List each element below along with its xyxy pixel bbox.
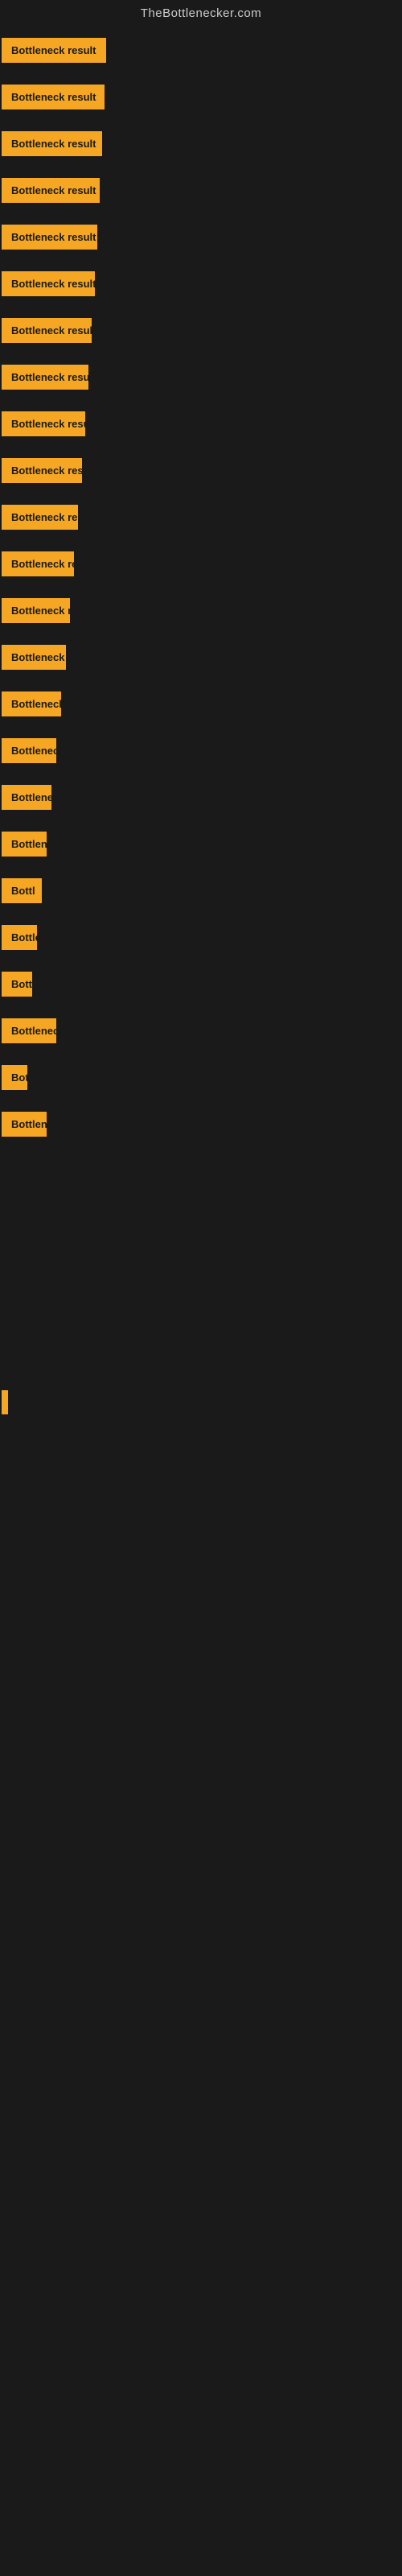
list-item: Bottleneck res <box>0 687 402 733</box>
site-title: TheBottlenecker.com <box>0 0 402 30</box>
bottleneck-badge: Bottlene <box>2 832 47 857</box>
list-item: Bottl <box>0 873 402 920</box>
bottleneck-badge: Bottleneck result <box>2 411 85 436</box>
small-indicator <box>2 1390 8 1414</box>
list-item: Bottleneck result <box>0 640 402 687</box>
bottleneck-badge: Bottleneck <box>2 1018 56 1043</box>
bottleneck-badge: Bottleneck result <box>2 318 92 343</box>
list-item: Bottlenec <box>0 733 402 780</box>
bottleneck-badge: Bottleneck result <box>2 225 97 250</box>
bottleneck-badge: Bottleneck result <box>2 645 66 670</box>
bottleneck-badge: Bottl <box>2 878 42 903</box>
list-item: Bottleneck result <box>0 33 402 80</box>
spacer-bottom <box>0 1422 402 1744</box>
bottleneck-badge: Bottleneck result <box>2 551 74 576</box>
bottleneck-badge: Bottleneck result <box>2 85 105 109</box>
list-item: Bottleneck result <box>0 407 402 453</box>
bottleneck-badge: Bottleneck result <box>2 131 102 156</box>
list-item: Bottleneck result <box>0 547 402 593</box>
site-header: TheBottlenecker.com <box>0 0 402 30</box>
list-item: Bottleneck result <box>0 220 402 266</box>
list-item: Bott <box>0 1060 402 1107</box>
bottleneck-badge: Bottleneck r <box>2 785 51 810</box>
bottleneck-badge: Bottleneck result <box>2 598 70 623</box>
list-item: Bottleneck <box>0 1013 402 1060</box>
bottleneck-badge: Bottleneck result <box>2 365 88 390</box>
bottleneck-badge: Bottleneck res <box>2 691 61 716</box>
spacer-middle <box>0 1157 402 1382</box>
bottleneck-badge: Bottleneck result <box>2 178 100 203</box>
list-item: Bottleneck result <box>0 500 402 547</box>
list-item: Bottleneck r <box>0 780 402 827</box>
list-item: Bottleneck result <box>0 80 402 126</box>
list-item: Bottleneck result <box>0 173 402 220</box>
list-item: Bottlene <box>0 827 402 873</box>
bottleneck-badge: Bottleneck result <box>2 505 78 530</box>
list-item: Bottlene <box>0 1107 402 1154</box>
list-item: Bottlen <box>0 967 402 1013</box>
list-item: Bottleneck result <box>0 593 402 640</box>
bottleneck-list: Bottleneck result Bottleneck result Bottle… <box>0 30 402 1157</box>
list-item: Bottleneck result <box>0 126 402 173</box>
list-item: Bottleneck result <box>0 313 402 360</box>
list-item: Bottleneck result <box>0 266 402 313</box>
list-item: Bottleneck result <box>0 360 402 407</box>
bottleneck-badge: Bottlene <box>2 1112 47 1137</box>
bottleneck-badge: Bottleneck result <box>2 271 95 296</box>
list-item: Bottlene <box>0 920 402 967</box>
bottleneck-badge: Bottlene <box>2 925 37 950</box>
bottleneck-badge: Bottleneck result <box>2 38 106 63</box>
bottleneck-badge: Bottlenec <box>2 738 56 763</box>
list-item: Bottleneck result <box>0 453 402 500</box>
bottleneck-badge: Bottleneck result <box>2 458 82 483</box>
bottleneck-badge: Bott <box>2 1065 27 1090</box>
bottleneck-badge: Bottlen <box>2 972 32 997</box>
